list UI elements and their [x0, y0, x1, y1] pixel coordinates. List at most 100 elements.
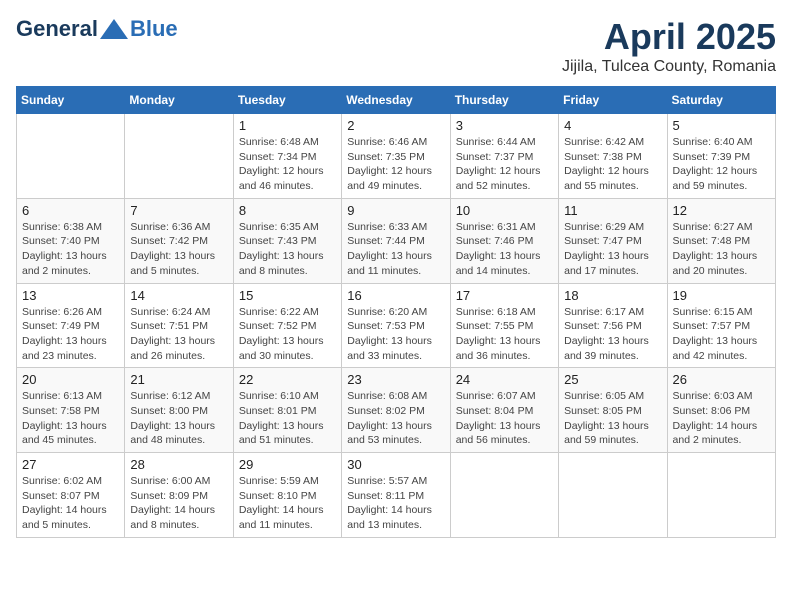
- day-number: 1: [239, 118, 336, 133]
- day-info: Sunrise: 6:46 AM Sunset: 7:35 PM Dayligh…: [347, 135, 444, 194]
- day-info: Sunrise: 6:08 AM Sunset: 8:02 PM Dayligh…: [347, 389, 444, 448]
- weekday-header: Saturday: [667, 87, 775, 114]
- day-info: Sunrise: 6:31 AM Sunset: 7:46 PM Dayligh…: [456, 220, 553, 279]
- calendar-cell: 6 Sunrise: 6:38 AM Sunset: 7:40 PM Daylig…: [17, 198, 125, 283]
- calendar-cell: [559, 453, 667, 538]
- day-number: 15: [239, 288, 336, 303]
- day-number: 8: [239, 203, 336, 218]
- day-info: Sunrise: 6:18 AM Sunset: 7:55 PM Dayligh…: [456, 305, 553, 364]
- logo-general-text: General: [16, 16, 98, 42]
- day-info: Sunrise: 6:03 AM Sunset: 8:06 PM Dayligh…: [673, 389, 770, 448]
- day-number: 17: [456, 288, 553, 303]
- day-number: 4: [564, 118, 661, 133]
- day-number: 20: [22, 372, 119, 387]
- calendar-cell: 14 Sunrise: 6:24 AM Sunset: 7:51 PM Dayli…: [125, 283, 233, 368]
- day-number: 10: [456, 203, 553, 218]
- day-number: 9: [347, 203, 444, 218]
- weekday-header: Sunday: [17, 87, 125, 114]
- day-info: Sunrise: 6:24 AM Sunset: 7:51 PM Dayligh…: [130, 305, 227, 364]
- logo: General Blue: [16, 16, 178, 42]
- page-subtitle: Jijila, Tulcea County, Romania: [562, 58, 776, 76]
- calendar-cell: 4 Sunrise: 6:42 AM Sunset: 7:38 PM Daylig…: [559, 114, 667, 199]
- day-info: Sunrise: 5:59 AM Sunset: 8:10 PM Dayligh…: [239, 474, 336, 533]
- day-info: Sunrise: 6:36 AM Sunset: 7:42 PM Dayligh…: [130, 220, 227, 279]
- logo-blue-text: Blue: [130, 16, 178, 42]
- day-number: 7: [130, 203, 227, 218]
- day-info: Sunrise: 6:27 AM Sunset: 7:48 PM Dayligh…: [673, 220, 770, 279]
- calendar-week-row: 1 Sunrise: 6:48 AM Sunset: 7:34 PM Daylig…: [17, 114, 776, 199]
- calendar-week-row: 20 Sunrise: 6:13 AM Sunset: 7:58 PM Dayli…: [17, 368, 776, 453]
- day-number: 5: [673, 118, 770, 133]
- calendar-cell: 19 Sunrise: 6:15 AM Sunset: 7:57 PM Dayli…: [667, 283, 775, 368]
- day-number: 29: [239, 457, 336, 472]
- weekday-header: Thursday: [450, 87, 558, 114]
- day-number: 11: [564, 203, 661, 218]
- weekday-header: Wednesday: [342, 87, 450, 114]
- calendar-cell: 27 Sunrise: 6:02 AM Sunset: 8:07 PM Dayli…: [17, 453, 125, 538]
- day-info: Sunrise: 6:13 AM Sunset: 7:58 PM Dayligh…: [22, 389, 119, 448]
- day-info: Sunrise: 6:40 AM Sunset: 7:39 PM Dayligh…: [673, 135, 770, 194]
- calendar-cell: 28 Sunrise: 6:00 AM Sunset: 8:09 PM Dayli…: [125, 453, 233, 538]
- day-number: 30: [347, 457, 444, 472]
- calendar-cell: [450, 453, 558, 538]
- day-number: 3: [456, 118, 553, 133]
- day-number: 16: [347, 288, 444, 303]
- calendar-cell: 26Sunrise: 6:03 AM Sunset: 8:06 PM Dayli…: [667, 368, 775, 453]
- day-number: 6: [22, 203, 119, 218]
- day-info: Sunrise: 6:38 AM Sunset: 7:40 PM Dayligh…: [22, 220, 119, 279]
- calendar-body: 1 Sunrise: 6:48 AM Sunset: 7:34 PM Daylig…: [17, 114, 776, 538]
- day-info: Sunrise: 6:15 AM Sunset: 7:57 PM Dayligh…: [673, 305, 770, 364]
- day-number: 22: [239, 372, 336, 387]
- calendar-cell: 10 Sunrise: 6:31 AM Sunset: 7:46 PM Dayli…: [450, 198, 558, 283]
- calendar-cell: 5 Sunrise: 6:40 AM Sunset: 7:39 PM Daylig…: [667, 114, 775, 199]
- calendar-header: SundayMondayTuesdayWednesdayThursdayFrid…: [17, 87, 776, 114]
- day-info: Sunrise: 6:07 AM Sunset: 8:04 PM Dayligh…: [456, 389, 553, 448]
- calendar-cell: 9 Sunrise: 6:33 AM Sunset: 7:44 PM Daylig…: [342, 198, 450, 283]
- day-info: Sunrise: 6:02 AM Sunset: 8:07 PM Dayligh…: [22, 474, 119, 533]
- day-number: 23: [347, 372, 444, 387]
- day-number: 24: [456, 372, 553, 387]
- day-number: 27: [22, 457, 119, 472]
- day-number: 18: [564, 288, 661, 303]
- day-info: Sunrise: 6:35 AM Sunset: 7:43 PM Dayligh…: [239, 220, 336, 279]
- weekday-header: Tuesday: [233, 87, 341, 114]
- calendar-cell: 8 Sunrise: 6:35 AM Sunset: 7:43 PM Daylig…: [233, 198, 341, 283]
- calendar-cell: 24 Sunrise: 6:07 AM Sunset: 8:04 PM Dayli…: [450, 368, 558, 453]
- calendar-cell: 12 Sunrise: 6:27 AM Sunset: 7:48 PM Dayli…: [667, 198, 775, 283]
- day-info: Sunrise: 6:22 AM Sunset: 7:52 PM Dayligh…: [239, 305, 336, 364]
- day-info: Sunrise: 6:42 AM Sunset: 7:38 PM Dayligh…: [564, 135, 661, 194]
- day-number: 28: [130, 457, 227, 472]
- day-number: 14: [130, 288, 227, 303]
- day-info: Sunrise: 6:20 AM Sunset: 7:53 PM Dayligh…: [347, 305, 444, 364]
- day-info: Sunrise: 6:26 AM Sunset: 7:49 PM Dayligh…: [22, 305, 119, 364]
- day-info: Sunrise: 6:33 AM Sunset: 7:44 PM Dayligh…: [347, 220, 444, 279]
- weekday-header: Monday: [125, 87, 233, 114]
- calendar-cell: 25Sunrise: 6:05 AM Sunset: 8:05 PM Dayli…: [559, 368, 667, 453]
- calendar-week-row: 27 Sunrise: 6:02 AM Sunset: 8:07 PM Dayli…: [17, 453, 776, 538]
- calendar-cell: 7 Sunrise: 6:36 AM Sunset: 7:42 PM Daylig…: [125, 198, 233, 283]
- day-info: Sunrise: 6:17 AM Sunset: 7:56 PM Dayligh…: [564, 305, 661, 364]
- day-number: 12: [673, 203, 770, 218]
- day-number: 19: [673, 288, 770, 303]
- day-info: Sunrise: 6:00 AM Sunset: 8:09 PM Dayligh…: [130, 474, 227, 533]
- day-info: Sunrise: 6:29 AM Sunset: 7:47 PM Dayligh…: [564, 220, 661, 279]
- page-title: April 2025: [562, 16, 776, 58]
- weekday-header: Friday: [559, 87, 667, 114]
- page-header: General Blue April 2025 Jijila, Tulcea C…: [16, 16, 776, 76]
- calendar-table: SundayMondayTuesdayWednesdayThursdayFrid…: [16, 86, 776, 538]
- day-info: Sunrise: 6:48 AM Sunset: 7:34 PM Dayligh…: [239, 135, 336, 194]
- calendar-cell: 3Sunrise: 6:44 AM Sunset: 7:37 PM Daylig…: [450, 114, 558, 199]
- calendar-cell: 30Sunrise: 5:57 AM Sunset: 8:11 PM Dayli…: [342, 453, 450, 538]
- calendar-cell: [17, 114, 125, 199]
- calendar-cell: [125, 114, 233, 199]
- day-info: Sunrise: 6:10 AM Sunset: 8:01 PM Dayligh…: [239, 389, 336, 448]
- day-number: 25: [564, 372, 661, 387]
- calendar-cell: 18 Sunrise: 6:17 AM Sunset: 7:56 PM Dayli…: [559, 283, 667, 368]
- calendar-week-row: 6 Sunrise: 6:38 AM Sunset: 7:40 PM Daylig…: [17, 198, 776, 283]
- calendar-cell: 1 Sunrise: 6:48 AM Sunset: 7:34 PM Daylig…: [233, 114, 341, 199]
- logo-icon: [100, 19, 128, 39]
- calendar-cell: 21Sunrise: 6:12 AM Sunset: 8:00 PM Dayli…: [125, 368, 233, 453]
- calendar-cell: 20 Sunrise: 6:13 AM Sunset: 7:58 PM Dayli…: [17, 368, 125, 453]
- day-number: 13: [22, 288, 119, 303]
- calendar-cell: 17 Sunrise: 6:18 AM Sunset: 7:55 PM Dayli…: [450, 283, 558, 368]
